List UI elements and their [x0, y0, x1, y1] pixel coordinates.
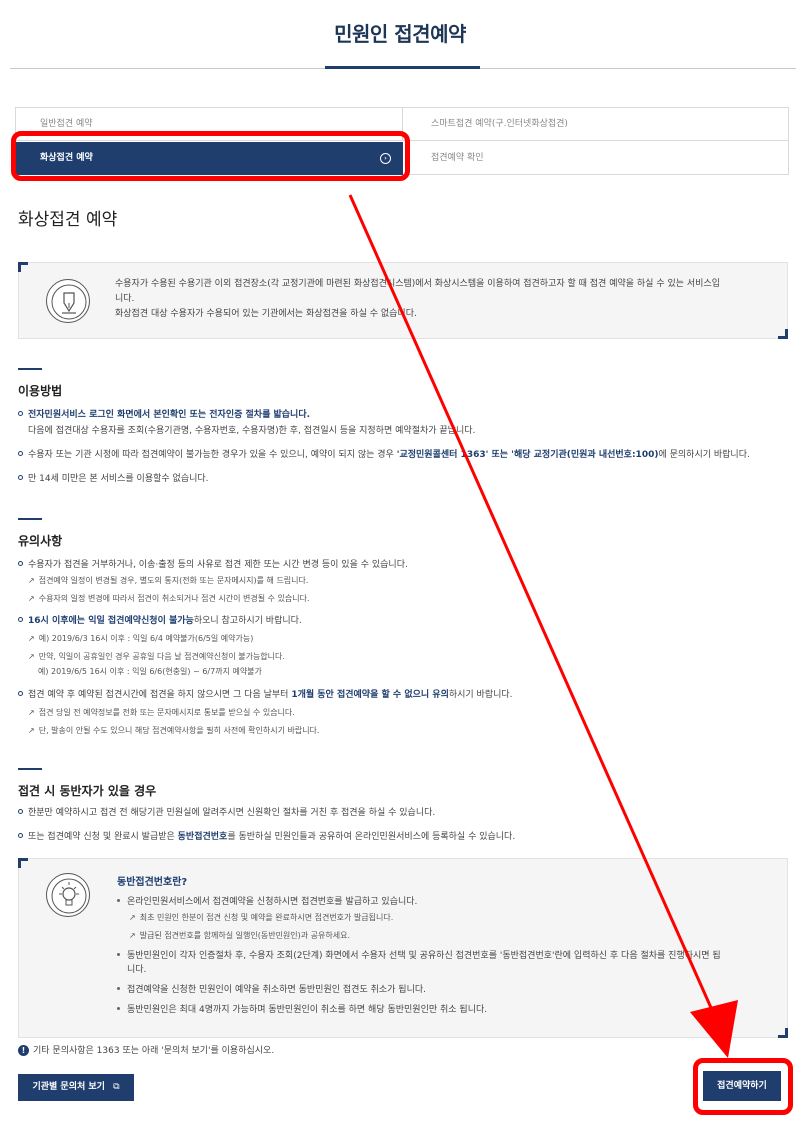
annotation-arrow: [348, 194, 738, 1058]
